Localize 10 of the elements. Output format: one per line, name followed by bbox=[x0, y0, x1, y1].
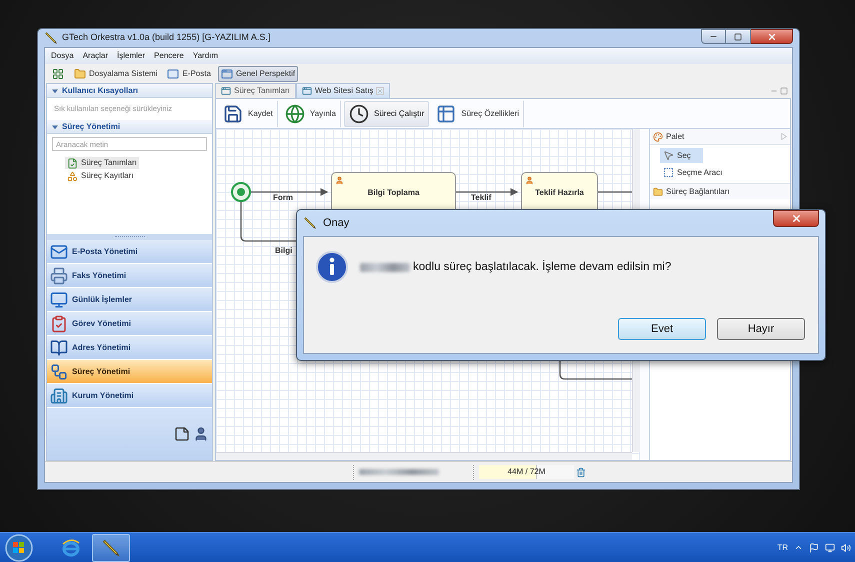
edge-label: Teklif bbox=[471, 192, 492, 204]
edge-label: Form bbox=[273, 192, 293, 204]
node-title: Bilgi Toplama bbox=[368, 187, 420, 199]
node-title: Teklif Hazırla bbox=[535, 187, 584, 199]
palette-title: Palet bbox=[666, 130, 684, 142]
dialog-message: kodlu süreç başlatılacak. İşleme devam edilsin mi? bbox=[413, 259, 672, 275]
dialog-title: Onay bbox=[323, 216, 350, 231]
edge-label: Bilgi bbox=[275, 245, 292, 257]
memory-text: 44M / 72M bbox=[508, 466, 546, 478]
window-title: GTech Orkestra v1.0a (build 1255) [G-YAZILIM A.S.] bbox=[62, 31, 270, 44]
